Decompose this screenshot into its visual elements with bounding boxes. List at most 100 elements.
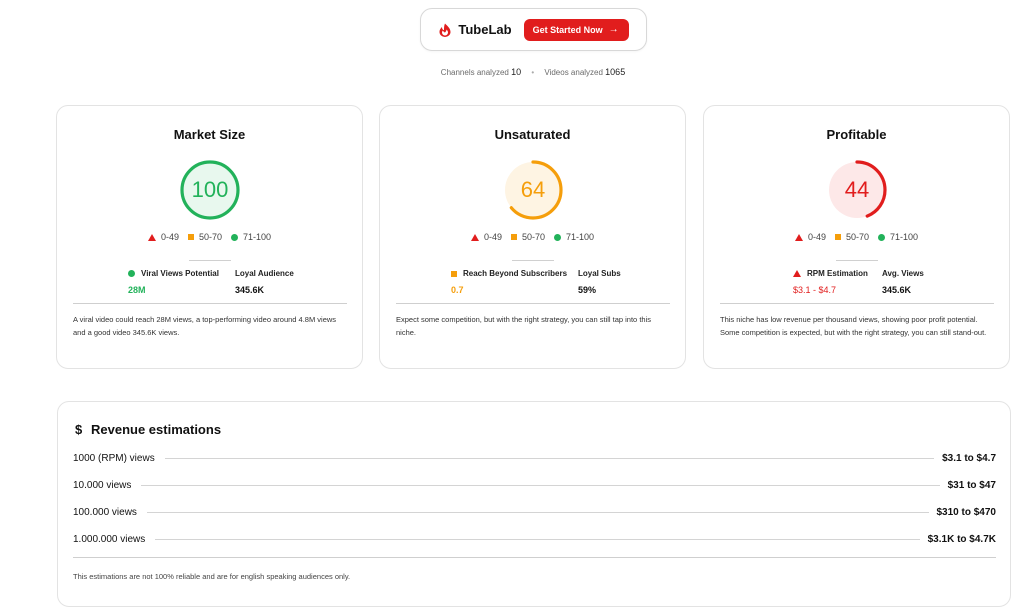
divider (836, 260, 878, 261)
bullet-separator: • (531, 68, 535, 77)
legend-low: 0-49 (147, 232, 179, 242)
revenue-row-value: $3.1 to $4.7 (942, 452, 996, 464)
analysis-stats: Channels analyzed 10 • Videos analyzed 1… (0, 67, 1024, 77)
revenue-row-label: 100.000 views (73, 506, 137, 518)
disclaimer-note: This estimations are not 100% reliable a… (73, 572, 351, 581)
legend-high: 71-100 (554, 232, 594, 242)
legend-high-label: 71-100 (890, 232, 919, 242)
legend-mid-label: 50-70 (845, 232, 869, 242)
score-legend: 0-49 50-70 71-100 (704, 232, 1009, 242)
card-title: Unsaturated (494, 127, 571, 142)
card-description: A viral video could reach 28M views, a t… (73, 315, 337, 337)
metric-label-primary: RPM Estimation (793, 269, 868, 278)
brand[interactable]: TubeLab (438, 22, 512, 37)
reach-beyond-label: Reach Beyond Subscribers (463, 269, 568, 278)
card-description: Expect some competition, but with the ri… (396, 315, 651, 337)
divider (73, 557, 996, 558)
legend-low: 0-49 (470, 232, 502, 242)
market-size-card: Market Size 100 0-49 50-70 71-100 Viral … (56, 105, 363, 369)
revenue-row-label: 1.000.000 views (73, 533, 146, 545)
legend-low-label: 0-49 (160, 232, 179, 242)
square-icon (451, 270, 457, 277)
get-started-label: Get Started Now (532, 24, 603, 35)
metric-label-secondary: Loyal Audience (235, 269, 294, 278)
legend-high-label: 71-100 (243, 232, 272, 242)
revenue-row: 1.000.000 views $3.1K to $4.7K (73, 532, 996, 546)
channels-analyzed-label: Channels analyzed (440, 68, 509, 77)
legend-high-label: 71-100 (566, 232, 595, 242)
square-icon (187, 234, 194, 240)
revenue-row-label: 10.000 views (73, 479, 132, 491)
metric-label-primary: Reach Beyond Subscribers (451, 269, 567, 278)
score-value: 100 (191, 177, 229, 202)
square-icon (834, 234, 841, 240)
arrow-right-icon: → (608, 23, 619, 35)
unsaturated-card: Unsaturated 64 0-49 50-70 71-100 Reach B… (379, 105, 686, 369)
leader-line (155, 538, 920, 540)
leader-line (141, 484, 940, 486)
circle-icon (554, 233, 561, 241)
score-legend: 0-49 50-70 71-100 (380, 232, 685, 242)
legend-low-label: 0-49 (483, 232, 502, 242)
circle-icon (878, 233, 885, 241)
tubelab-logo-icon (439, 23, 451, 37)
viral-views-label: Viral Views Potential (141, 269, 219, 278)
top-bar: TubeLab Get Started Now → (420, 8, 647, 51)
circle-icon (231, 233, 238, 241)
legend-high: 71-100 (878, 232, 918, 242)
divider (189, 260, 231, 261)
legend-mid: 50-70 (510, 232, 545, 242)
triangle-icon (794, 233, 803, 241)
metric-label-primary: Viral Views Potential (128, 269, 219, 278)
rpm-estimation-value: $3.1 - $4.7 (793, 285, 837, 295)
revenue-title-text: Revenue estimations (91, 422, 222, 437)
circle-icon (128, 270, 135, 277)
score-value: 44 (844, 177, 870, 202)
reach-beyond-value: 0.7 (451, 285, 464, 295)
square-icon (510, 234, 517, 240)
score-legend: 0-49 50-70 71-100 (57, 232, 362, 242)
brand-name: TubeLab (458, 22, 512, 37)
legend-high: 71-100 (231, 232, 271, 242)
legend-mid-label: 50-70 (521, 232, 545, 242)
triangle-icon (470, 233, 479, 241)
card-description: This niche has low revenue per thousand … (720, 315, 987, 337)
divider (73, 303, 347, 304)
get-started-button[interactable]: Get Started Now → (523, 18, 629, 41)
metric-label-secondary: Loyal Subs (578, 269, 621, 278)
viral-views-value: 28M (128, 285, 146, 295)
card-title: Profitable (826, 127, 887, 142)
divider (396, 303, 670, 304)
loyal-audience-value: 345.6K (235, 285, 265, 295)
metric-label-secondary: Avg. Views (882, 269, 924, 278)
divider (720, 303, 994, 304)
profitable-card: Profitable 44 0-49 50-70 71-100 RPM Esti… (703, 105, 1010, 369)
legend-mid-label: 50-70 (198, 232, 222, 242)
revenue-row: 1000 (RPM) views $3.1 to $4.7 (73, 451, 996, 465)
leader-line (146, 511, 929, 513)
revenue-estimations-panel: $ Revenue estimations 1000 (RPM) views $… (57, 401, 1011, 607)
legend-mid: 50-70 (187, 232, 222, 242)
loyal-subs-value: 59% (578, 285, 597, 295)
videos-analyzed-value: 1065 (605, 67, 626, 77)
revenue-row-value: $310 to $470 (936, 506, 997, 518)
triangle-icon (793, 270, 801, 277)
divider (512, 260, 554, 261)
videos-analyzed-label: Videos analyzed (544, 68, 603, 77)
rpm-estimation-label: RPM Estimation (807, 269, 868, 278)
triangle-icon (147, 233, 156, 241)
revenue-row: 10.000 views $31 to $47 (73, 478, 996, 492)
revenue-row-value: $31 to $47 (947, 479, 996, 491)
legend-low: 0-49 (794, 232, 826, 242)
channels-analyzed-value: 10 (511, 67, 522, 77)
dollar-icon: $ (75, 422, 83, 437)
legend-mid: 50-70 (834, 232, 869, 242)
avg-views-value: 345.6K (882, 285, 912, 295)
leader-line (164, 457, 935, 459)
card-title: Market Size (173, 127, 246, 142)
revenue-row: 100.000 views $310 to $470 (73, 505, 996, 519)
revenue-row-label: 1000 (RPM) views (73, 452, 155, 464)
revenue-row-value: $3.1K to $4.7K (927, 533, 996, 545)
legend-low-label: 0-49 (807, 232, 826, 242)
revenue-title: $ Revenue estimations (75, 422, 221, 437)
